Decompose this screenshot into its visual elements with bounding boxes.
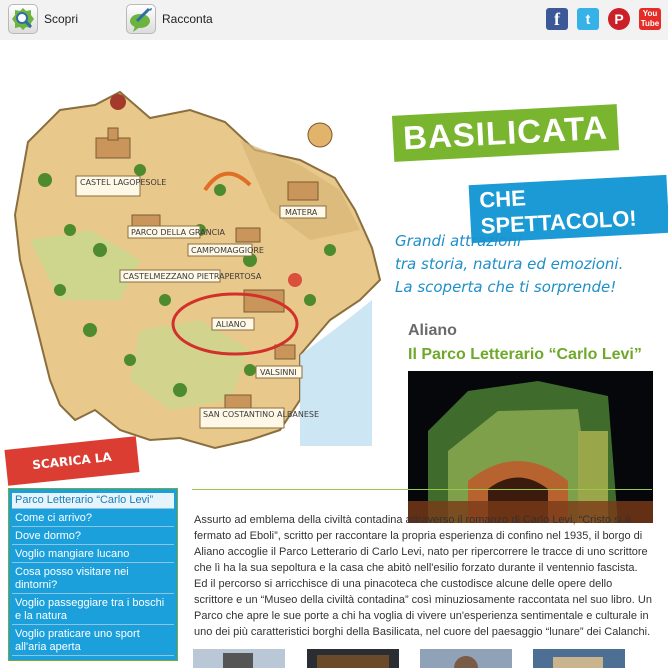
svg-text:CASTELMEZZANO PIETRAPERTOSA: CASTELMEZZANO PIETRAPERTOSA [123,272,262,281]
tell-icon [126,4,156,34]
pinterest-icon[interactable]: P [608,8,630,30]
sidebar-item-mangiare-lucano[interactable]: Voglio mangiare lucano [12,547,174,563]
tagline: Grandi attrazioni tra storia, natura ed … [395,230,623,299]
top-bar: Scopri Racconta f t P You Tube [0,0,668,40]
map-label-parco-della-grancia[interactable]: PARCO DELLA GRANCIA [127,225,226,239]
sidebar-item-boschi-natura[interactable]: Voglio passeggiare tra i boschi e la nat… [12,596,174,625]
discover-icon [8,4,38,34]
svg-text:CAMPOMAGGIORE: CAMPOMAGGIORE [191,246,264,255]
aliano-photo [408,371,653,523]
youtube-icon[interactable]: You Tube [639,8,661,30]
discover-button[interactable]: Scopri [8,3,78,35]
tagline-line-1: Grandi attrazioni [395,232,522,250]
article-text: Assurto ad emblema della civiltà contadi… [194,514,652,638]
facebook-icon[interactable]: f [546,8,568,30]
svg-text:PARCO DELLA GRANCIA: PARCO DELLA GRANCIA [131,228,226,237]
sidebar-item-sport-aria-aperta[interactable]: Voglio praticare uno sport all'aria aper… [12,627,174,656]
place-name: Aliano [408,322,457,339]
gallery-thumbnail-3[interactable] [420,649,512,668]
map-label-matera[interactable]: MATERA [279,205,327,219]
gallery-thumbnail-4[interactable] [533,649,625,668]
sidebar-menu: Parco Letterario “Carlo Levi” Come ci ar… [8,488,178,661]
basilicata-illustrated-map[interactable]: CASTEL LAGOPESOLE MATERA PARCO DELLA GRA… [0,40,400,486]
svg-text:MATERA: MATERA [285,208,318,217]
place-subtitle: Il Parco Letterario “Carlo Levi” [408,346,642,363]
tagline-line-3: La scoperta che ti sorprende! [395,278,617,296]
map-label-castelmezzano[interactable]: CASTELMEZZANO PIETRAPERTOSA [119,269,262,283]
map-label-campomaggiore[interactable]: CAMPOMAGGIORE [187,243,264,257]
svg-text:CASTEL LAGOPESOLE: CASTEL LAGOPESOLE [80,178,166,187]
svg-text:SAN COSTANTINO ALBANESE: SAN COSTANTINO ALBANESE [203,410,319,419]
sidebar-item-parco-letterario[interactable]: Parco Letterario “Carlo Levi” [12,493,174,509]
tagline-line-2: tra storia, natura ed emozioni. [395,255,624,273]
gallery-thumbnail-1[interactable] [193,649,285,668]
sidebar-item-dove-dormo[interactable]: Dove dormo? [12,529,174,545]
gallery-thumbnail-2[interactable] [307,649,399,668]
tell-label: Racconta [162,12,213,26]
tell-button[interactable]: Racconta [126,3,213,35]
twitter-icon[interactable]: t [577,8,599,30]
map-label-valsinni[interactable]: VALSINNI [255,365,303,379]
sidebar-item-come-ci-arrivo[interactable]: Come ci arrivo? [12,511,174,527]
hero-banner: CASTEL LAGOPESOLE MATERA PARCO DELLA GRA… [0,40,668,523]
svg-text:ALIANO: ALIANO [216,320,246,329]
discover-label: Scopri [44,12,79,26]
svg-text:VALSINNI: VALSINNI [260,368,297,377]
map-label-aliano[interactable]: ALIANO [211,317,255,331]
brand-title: BASILICATA [391,104,619,162]
sidebar-item-visitare-dintorni[interactable]: Cosa posso visitare nei dintorni? [12,565,174,594]
content-divider [192,489,652,490]
